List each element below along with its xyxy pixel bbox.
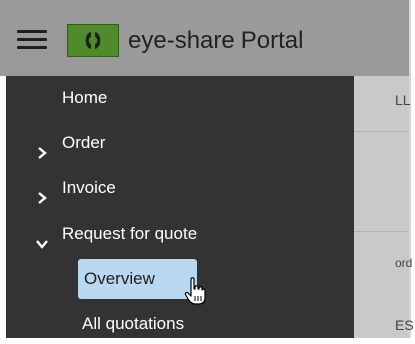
sidebar-item-request-for-quote[interactable]: Request for quote bbox=[6, 215, 354, 253]
brand-suffix: Portal bbox=[240, 27, 304, 54]
sidebar-item-label: Order bbox=[62, 133, 106, 152]
content-text: LL bbox=[395, 92, 411, 108]
chevron-down-icon bbox=[35, 227, 49, 249]
app-window: LL ord ES eye-share Portal Home Order In… bbox=[0, 0, 414, 338]
chevron-right-icon bbox=[35, 181, 49, 204]
logo-icon bbox=[67, 24, 119, 57]
sidebar-subitem-all-quotations[interactable]: All quotations bbox=[76, 304, 190, 344]
sidebar-item-label: Home bbox=[62, 88, 108, 107]
main-content: LL ord ES bbox=[354, 76, 414, 338]
sidebar-nav: Home Order Invoice Request for quote Ove… bbox=[6, 76, 354, 338]
sidebar-item-invoice[interactable]: Invoice bbox=[6, 169, 354, 207]
sidebar-item-home[interactable]: Home bbox=[6, 79, 354, 117]
hand-cursor-icon bbox=[184, 276, 208, 306]
divider bbox=[354, 131, 409, 132]
sidebar-item-label: Invoice bbox=[62, 178, 116, 197]
content-text: ES bbox=[395, 317, 414, 333]
sidebar-item-label: Request for quote bbox=[62, 224, 198, 243]
divider bbox=[354, 231, 409, 232]
app-title: eye-share Portal bbox=[128, 26, 303, 56]
content-text: ord bbox=[395, 256, 413, 270]
sidebar-subitem-overview[interactable]: Overview bbox=[78, 259, 197, 299]
app-header: eye-share Portal bbox=[0, 0, 409, 76]
sidebar-item-order[interactable]: Order bbox=[6, 124, 354, 162]
brand-name: eye-share bbox=[128, 27, 235, 54]
chevron-right-icon bbox=[35, 136, 49, 159]
hamburger-menu-icon[interactable] bbox=[17, 30, 47, 50]
